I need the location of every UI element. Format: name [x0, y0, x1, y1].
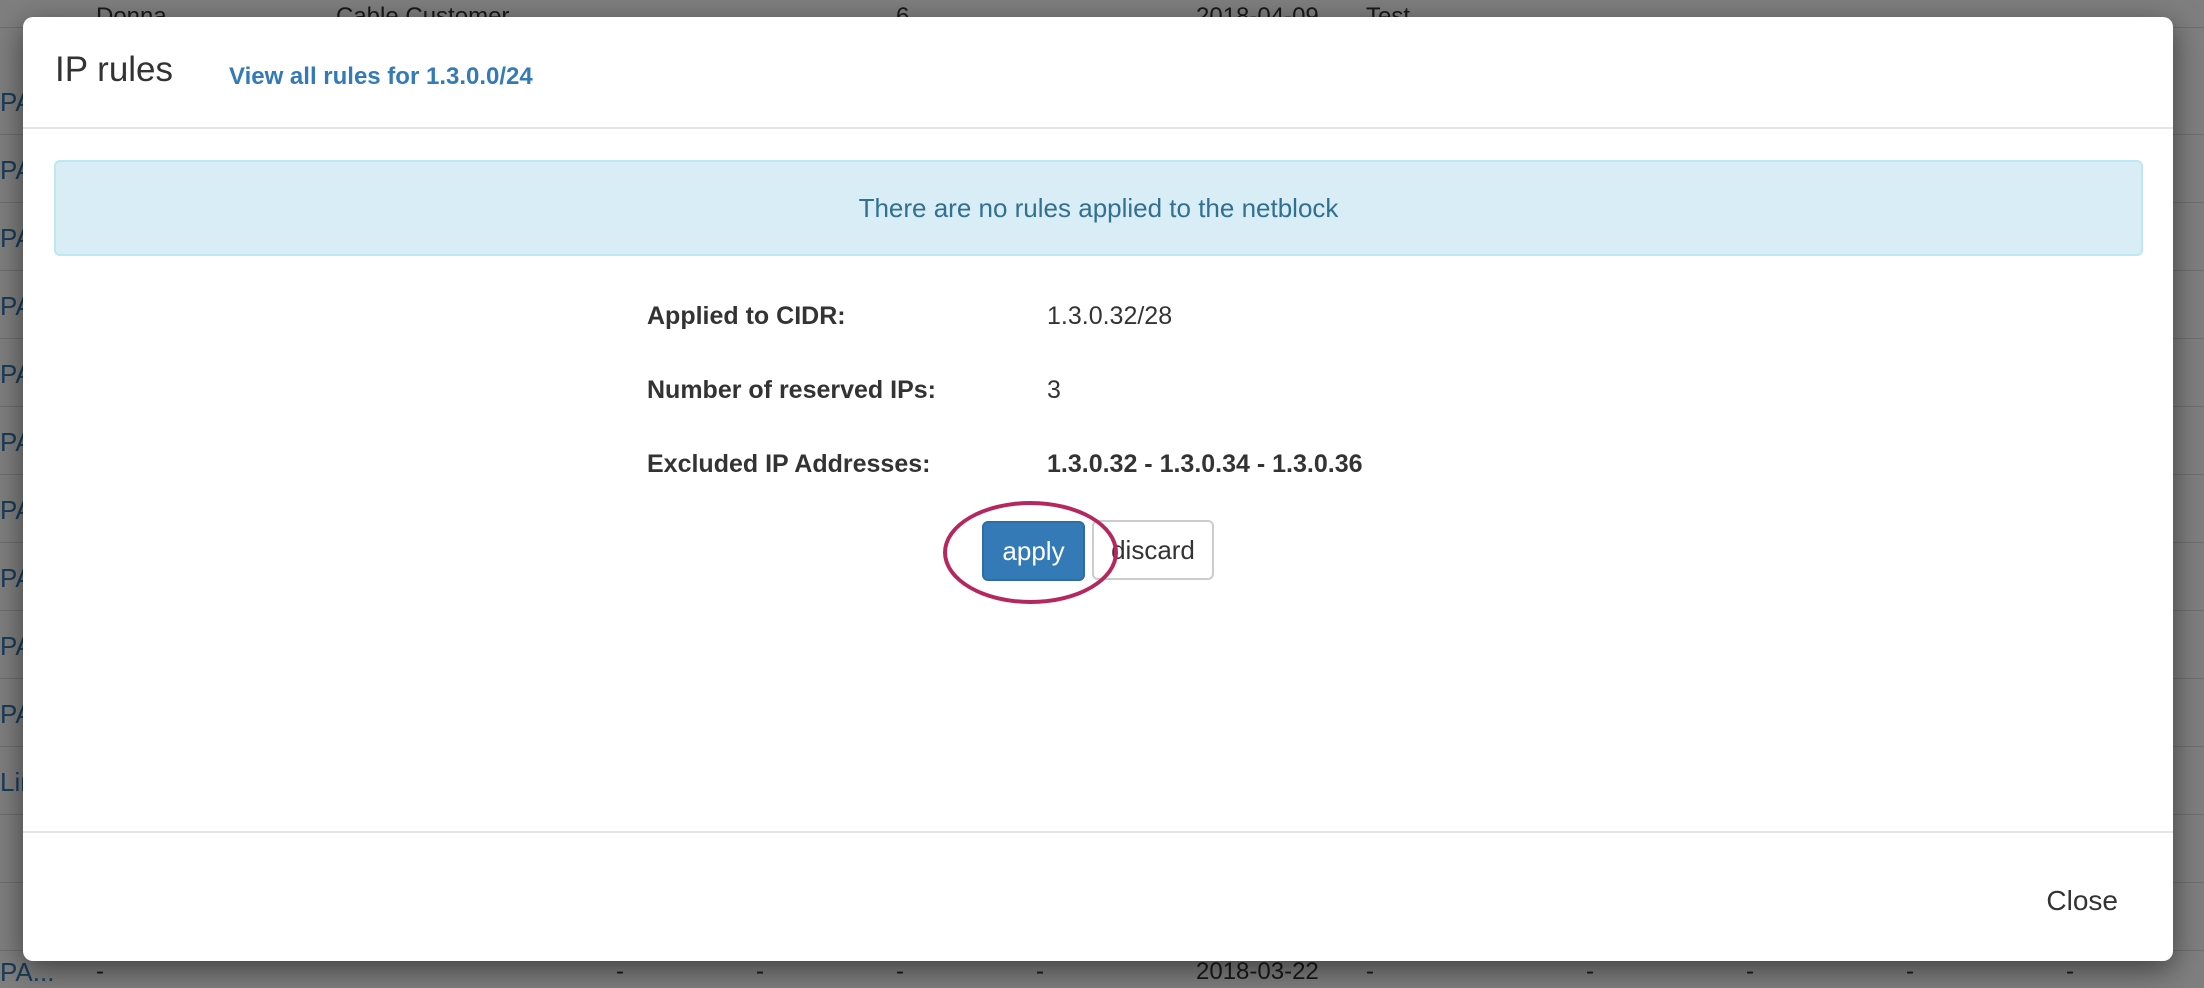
- discard-button[interactable]: discard: [1092, 520, 1214, 580]
- applied-cidr-label: Applied to CIDR:: [647, 302, 846, 330]
- modal-title: IP rules: [55, 50, 174, 89]
- apply-button[interactable]: apply: [982, 521, 1085, 581]
- view-all-rules-link[interactable]: View all rules for 1.3.0.0/24: [229, 62, 533, 92]
- close-button[interactable]: Close: [2046, 885, 2118, 917]
- applied-cidr-value: 1.3.0.32/28: [1047, 302, 1173, 330]
- modal-header: IP rules View all rules for 1.3.0.0/24: [23, 17, 2173, 129]
- excluded-ips-label: Excluded IP Addresses:: [647, 450, 931, 478]
- alert-text: There are no rules applied to the netblo…: [858, 192, 1339, 223]
- reserved-ips-value: 3: [1047, 376, 1061, 404]
- reserved-ips-label: Number of reserved IPs:: [647, 376, 936, 404]
- ip-rules-modal: IP rules View all rules for 1.3.0.0/24 T…: [23, 17, 2173, 961]
- excluded-ips-value: 1.3.0.32 - 1.3.0.34 - 1.3.0.36: [1047, 450, 1363, 478]
- modal-footer: Close: [23, 831, 2173, 961]
- info-alert: There are no rules applied to the netblo…: [54, 160, 2143, 256]
